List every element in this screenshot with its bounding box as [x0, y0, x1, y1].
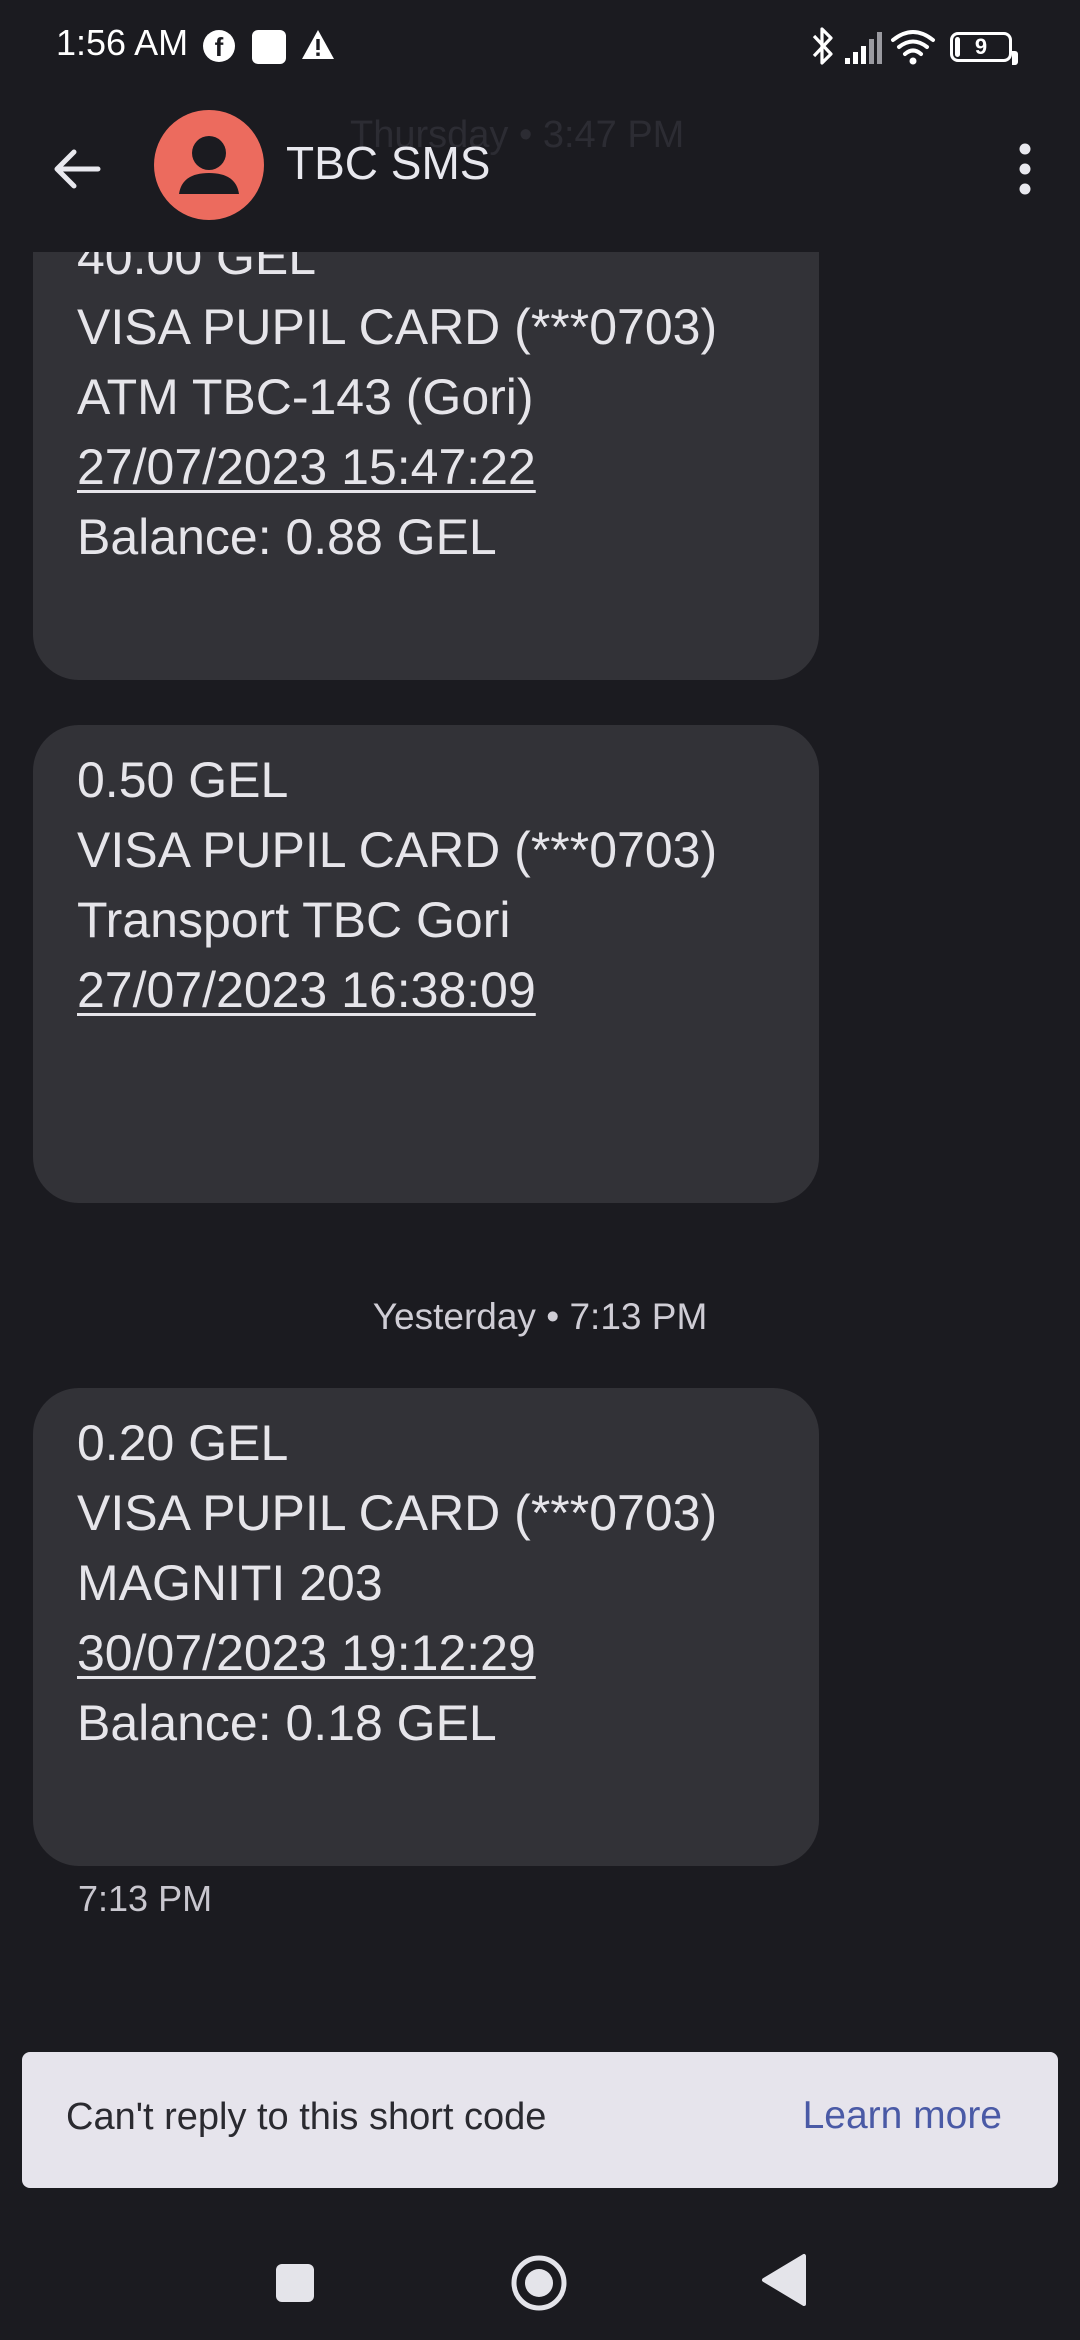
status-time: 1:56 AM [56, 22, 189, 63]
message-bubble[interactable]: 0.20 GEL VISA PUPIL CARD (***0703) MAGNI… [33, 1388, 819, 1866]
contact-avatar[interactable] [154, 110, 264, 220]
message-merchant: Transport TBC Gori [77, 892, 511, 948]
message-merchant: MAGNITI 203 [77, 1555, 383, 1611]
message-card: VISA PUPIL CARD (***0703) [77, 299, 718, 355]
message-merchant: ATM TBC-143 (Gori) [77, 369, 534, 425]
nav-back-icon[interactable] [760, 2252, 806, 2308]
contact-name[interactable]: TBC SMS [286, 136, 490, 190]
message-card: VISA PUPIL CARD (***0703) [77, 1485, 718, 1541]
battery-text: 9 [974, 34, 988, 59]
status-bar: 1:56 AM f 9 [0, 0, 1080, 96]
conversation-header: Thursday • 3:47 PM TBC SMS [0, 96, 1080, 252]
home-icon[interactable] [510, 2254, 568, 2312]
message-balance: Balance: 0.18 GEL [77, 1695, 497, 1751]
more-options-icon[interactable] [1000, 136, 1050, 202]
recents-icon[interactable] [276, 2264, 314, 2302]
wifi-icon [891, 30, 935, 65]
divider-day: Yesterday [372, 1296, 536, 1337]
message-datetime-link[interactable]: 27/07/2023 15:47:22 [77, 439, 536, 495]
facebook-icon: f [203, 30, 235, 62]
battery-tip [1012, 51, 1018, 65]
message-amount: 0.50 GEL [77, 752, 289, 808]
message-bubble[interactable]: 0.50 GEL VISA PUPIL CARD (***0703) Trans… [33, 725, 819, 1203]
system-navigation-bar [0, 2210, 1080, 2340]
warning-icon [302, 30, 334, 59]
person-icon [179, 136, 239, 194]
message-amount: 0.20 GEL [77, 1415, 289, 1471]
back-arrow-icon[interactable] [44, 136, 110, 202]
message-bubble[interactable]: 40.00 GEL VISA PUPIL CARD (***0703) ATM … [33, 252, 819, 680]
message-thread[interactable]: 40.00 GEL VISA PUPIL CARD (***0703) ATM … [0, 252, 1080, 2052]
message-datetime-link[interactable]: 30/07/2023 19:12:29 [77, 1625, 536, 1681]
signal-icon [845, 32, 882, 64]
learn-more-button[interactable]: Learn more [803, 2094, 1002, 2138]
battery-icon: 9 [950, 32, 1018, 65]
message-card: VISA PUPIL CARD (***0703) [77, 822, 718, 878]
message-amount: 40.00 GEL [77, 252, 317, 285]
snackbar-text: Can't reply to this short code [66, 2096, 547, 2138]
divider-time: 7:13 PM [569, 1296, 708, 1337]
bluetooth-icon [812, 27, 833, 65]
message-timestamp: 7:13 PM [78, 1878, 213, 1919]
square-notification-icon [252, 30, 286, 64]
short-code-snackbar: Can't reply to this short code Learn mor… [22, 2052, 1058, 2188]
date-divider: Yesterday • 7:13 PM [0, 1296, 1080, 1338]
message-balance: Balance: 0.88 GEL [77, 509, 497, 565]
message-datetime-link[interactable]: 27/07/2023 16:38:09 [77, 962, 536, 1018]
divider-separator: • [546, 1296, 560, 1337]
